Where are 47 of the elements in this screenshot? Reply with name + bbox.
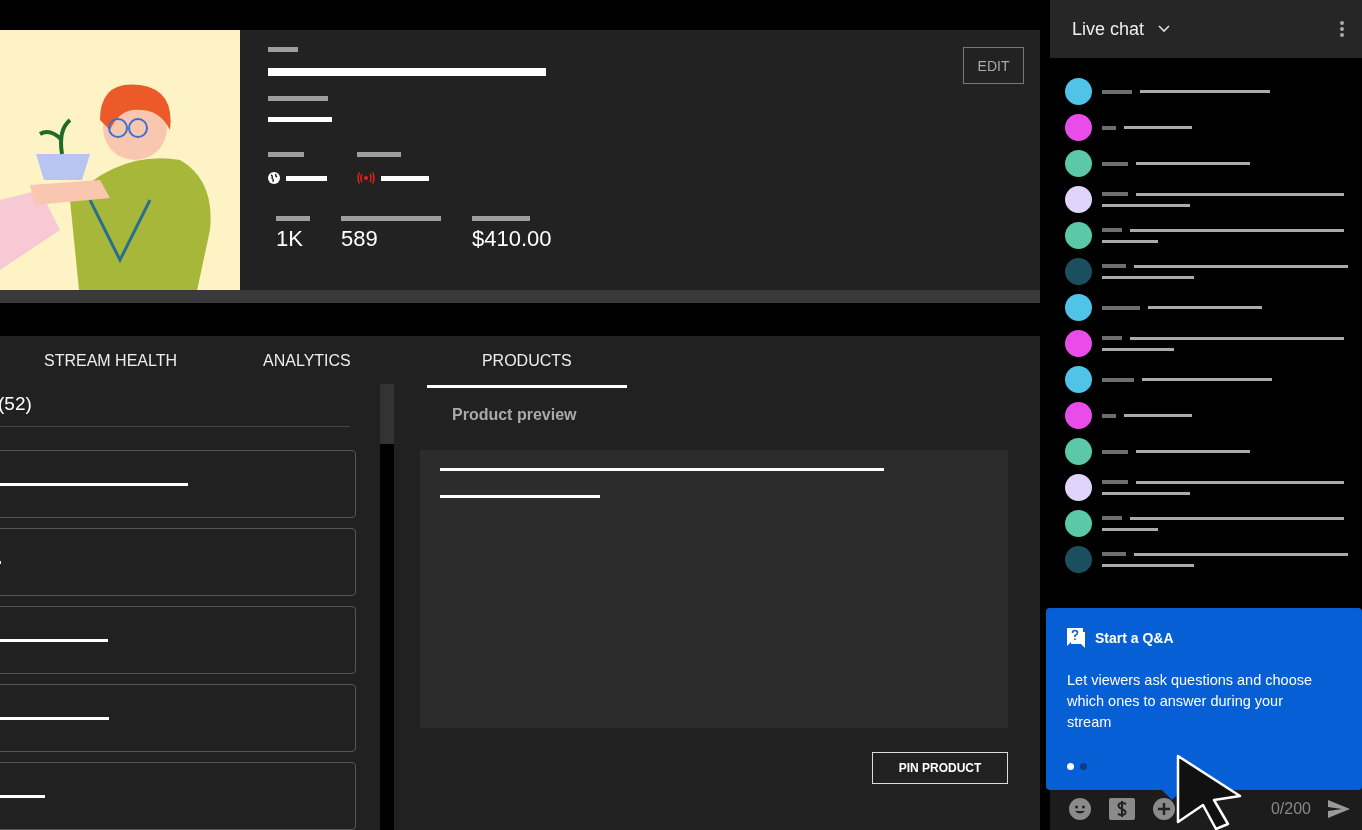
more-options-icon[interactable] <box>1340 21 1344 37</box>
placeholder-line <box>0 794 45 798</box>
product-count: (52) <box>0 392 33 416</box>
page-dot[interactable] <box>1067 763 1074 770</box>
scrollbar-thumb[interactable] <box>380 384 394 444</box>
username-placeholder <box>1102 336 1122 340</box>
message-placeholder <box>1102 240 1158 243</box>
pin-product-button[interactable]: PIN PRODUCT <box>872 752 1008 784</box>
username-placeholder <box>1102 449 1128 454</box>
username-placeholder <box>1102 161 1128 166</box>
stat-value: 1K <box>276 227 304 251</box>
chevron-down-icon <box>1158 25 1171 33</box>
broadcast-icon <box>357 172 375 184</box>
message-placeholder <box>1124 414 1192 417</box>
tooltip-text: Let viewers ask questions and choose which ones to answer during your stream <box>1067 671 1314 732</box>
username-placeholder <box>1102 552 1126 556</box>
question-bubble-icon <box>1067 628 1085 648</box>
dollar-icon[interactable] <box>1109 798 1135 820</box>
username-placeholder <box>1102 305 1140 310</box>
page-dot[interactable] <box>1080 763 1087 770</box>
tab[interactable]: ANALYTICS <box>241 336 373 388</box>
character-counter: 0/200 <box>1270 800 1311 818</box>
stat-value: $410.00 <box>472 227 552 251</box>
tooltip-title: Start a Q&A <box>1095 630 1174 646</box>
message-placeholder <box>1102 528 1158 531</box>
username-placeholder <box>1102 192 1128 196</box>
message-placeholder <box>1124 126 1192 129</box>
username-placeholder <box>1102 413 1116 418</box>
stat-value: 589 <box>341 227 379 251</box>
username-placeholder <box>1102 480 1128 484</box>
username-placeholder <box>1102 228 1122 232</box>
username-placeholder <box>1102 377 1134 382</box>
preview-title: Product preview <box>451 405 578 425</box>
edit-button[interactable]: EDIT <box>963 47 1024 84</box>
product-card[interactable] <box>0 450 356 518</box>
username-placeholder <box>1102 89 1132 94</box>
tab[interactable]: STREAM HEALTH <box>22 336 200 388</box>
username-placeholder <box>1102 125 1116 130</box>
username-placeholder <box>1102 516 1122 520</box>
globe-icon <box>268 172 280 184</box>
send-icon[interactable] <box>1328 800 1350 818</box>
chat-mode-dropdown[interactable]: Live chat <box>1072 18 1171 40</box>
add-icon[interactable] <box>1152 797 1176 821</box>
message-placeholder <box>1102 348 1174 351</box>
username-placeholder <box>1102 264 1126 268</box>
tab[interactable]: PRODUCTS <box>426 336 627 388</box>
emoji-icon[interactable] <box>1068 797 1092 821</box>
